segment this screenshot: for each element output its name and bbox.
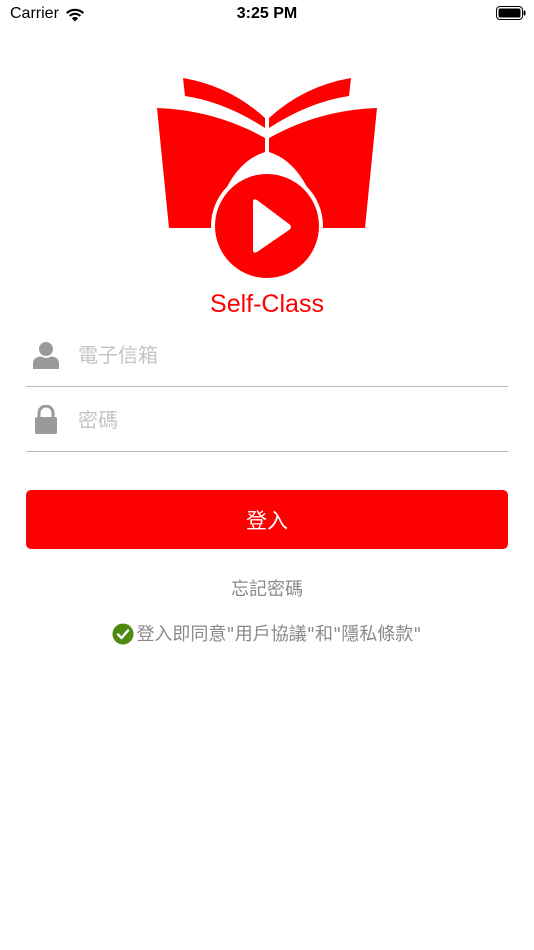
status-bar: Carrier 3:25 PM bbox=[0, 0, 534, 30]
password-input[interactable] bbox=[78, 408, 478, 432]
email-input[interactable] bbox=[78, 343, 478, 367]
user-icon bbox=[31, 340, 61, 370]
app-logo bbox=[157, 78, 377, 280]
battery-icon bbox=[496, 6, 526, 20]
check-circle-icon[interactable] bbox=[112, 623, 134, 645]
login-button[interactable]: 登入 bbox=[26, 490, 508, 549]
forgot-password-link[interactable]: 忘記密碼 bbox=[0, 575, 534, 601]
status-time: 3:25 PM bbox=[236, 5, 298, 22]
password-field[interactable] bbox=[26, 389, 508, 452]
agreement-text[interactable]: 登入即同意"用戶協議"和"隱私條款" bbox=[136, 620, 421, 646]
agreement-row: 登入即同意"用戶協議"和"隱私條款" bbox=[0, 620, 534, 646]
lock-icon bbox=[31, 405, 61, 435]
app-name: Self-Class bbox=[210, 290, 324, 318]
email-field[interactable] bbox=[26, 324, 508, 387]
